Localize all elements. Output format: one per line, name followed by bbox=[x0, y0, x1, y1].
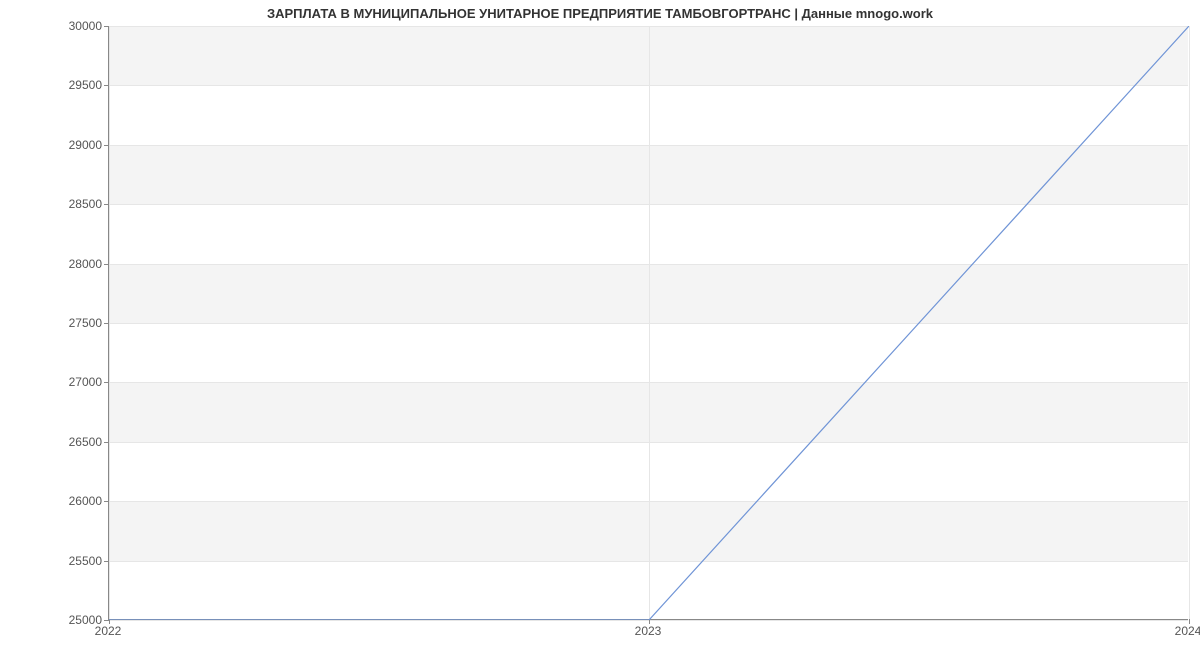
chart-title: ЗАРПЛАТА В МУНИЦИПАЛЬНОЕ УНИТАРНОЕ ПРЕДП… bbox=[0, 6, 1200, 21]
y-tick-label: 28500 bbox=[12, 197, 102, 211]
y-tick-label: 30000 bbox=[12, 19, 102, 33]
chart-container: ЗАРПЛАТА В МУНИЦИПАЛЬНОЕ УНИТАРНОЕ ПРЕДП… bbox=[0, 0, 1200, 650]
plot-area bbox=[108, 26, 1188, 620]
x-tick-label: 2022 bbox=[95, 624, 122, 638]
y-tick-label: 26000 bbox=[12, 494, 102, 508]
x-tick-label: 2024 bbox=[1175, 624, 1200, 638]
x-tick-label: 2023 bbox=[635, 624, 662, 638]
y-tick-label: 29500 bbox=[12, 78, 102, 92]
y-tick-label: 25000 bbox=[12, 613, 102, 627]
y-tick-label: 27000 bbox=[12, 375, 102, 389]
y-tick-label: 25500 bbox=[12, 554, 102, 568]
gridline-vertical bbox=[1189, 26, 1190, 619]
y-tick-label: 26500 bbox=[12, 435, 102, 449]
y-tick-label: 27500 bbox=[12, 316, 102, 330]
y-tick-label: 29000 bbox=[12, 138, 102, 152]
line-series bbox=[109, 26, 1189, 620]
y-tick-label: 28000 bbox=[12, 257, 102, 271]
chart-series-layer bbox=[109, 26, 1189, 620]
